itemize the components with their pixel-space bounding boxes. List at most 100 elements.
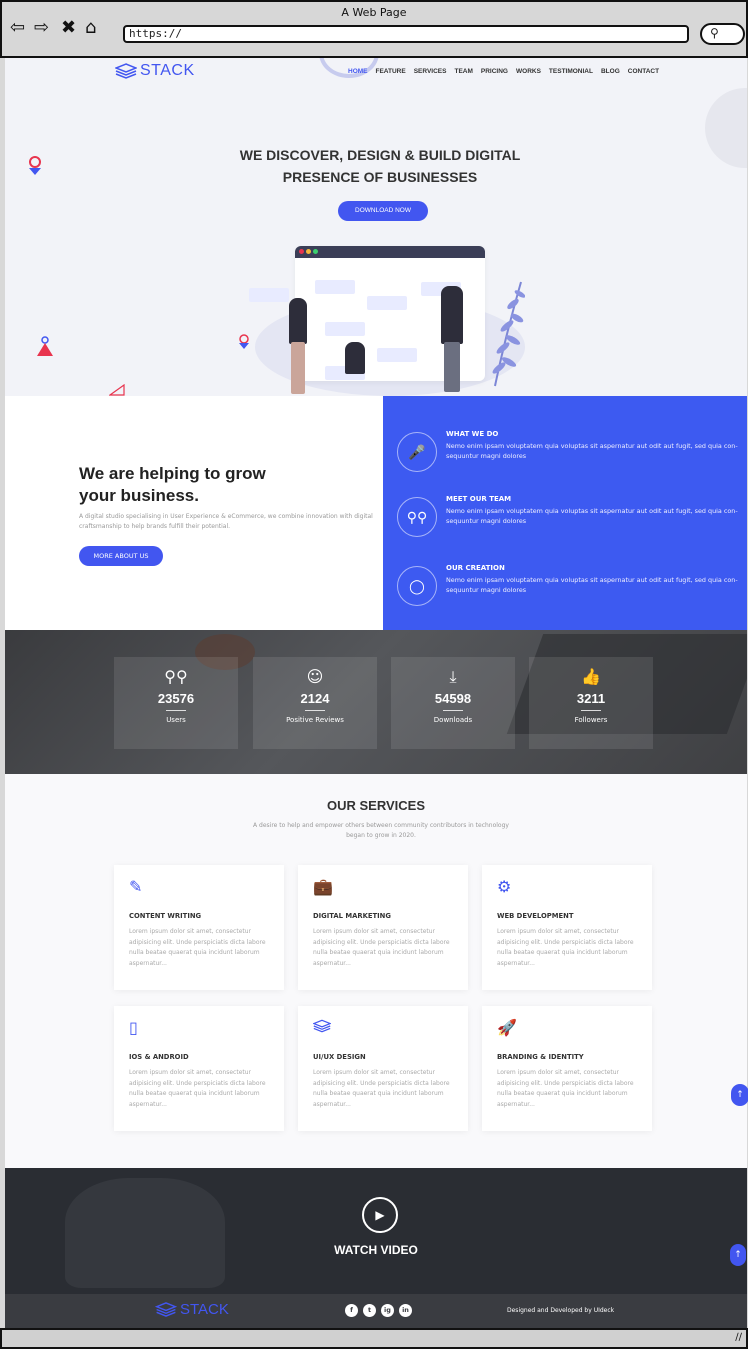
feature-our-creation: ◯ OUR CREATION Nemo enim ipsam voluptate… — [397, 564, 742, 614]
hero-section: STACK HOME FEATURE SERVICES TEAM PRICING… — [5, 58, 747, 396]
users-icon: ⚲⚲ — [164, 667, 188, 686]
url-input[interactable]: https:// — [123, 25, 689, 43]
floating-card — [249, 288, 289, 302]
services-section: OUR SERVICES A desire to help and empowe… — [5, 774, 747, 1168]
sitting-figure — [345, 342, 365, 374]
linkedin-icon[interactable]: in — [399, 1304, 412, 1317]
about-left: We are helping to grow your business. A … — [5, 396, 383, 630]
stat-followers: 👍 3211 Followers — [529, 657, 653, 749]
background-blob — [705, 88, 747, 168]
award-icon: ◯ — [397, 566, 437, 606]
site-logo[interactable]: STACK — [115, 62, 195, 80]
plant-leaves-decoration — [492, 281, 525, 387]
thumbs-up-icon: 👍 — [581, 667, 601, 686]
layers-icon — [312, 1018, 333, 1038]
feature-title: OUR CREATION — [446, 564, 505, 572]
service-card-ios-android[interactable]: ▯ IOS & ANDROID Lorem ipsum dolor sit am… — [114, 1006, 284, 1131]
nav-feature[interactable]: FEATURE — [376, 68, 406, 75]
service-name: WEB DEVELOPMENT — [497, 912, 574, 920]
instagram-icon[interactable]: ig — [381, 1304, 394, 1317]
briefcase-icon: 💼 — [313, 877, 333, 896]
browser-chrome: A Web Page ⇦ ⇨ ✖ ⌂ https:// ⚲ — [0, 0, 748, 58]
nav-pricing[interactable]: PRICING — [481, 68, 508, 75]
hero-title-line2: PRESENCE OF BUSINESSES — [282, 169, 478, 185]
more-about-us-button[interactable]: MORE ABOUT US — [79, 546, 163, 566]
stat-label: Downloads — [433, 716, 473, 724]
web-page: STACK HOME FEATURE SERVICES TEAM PRICING… — [5, 58, 747, 1328]
feature-title: WHAT WE DO — [446, 430, 499, 438]
scroll-to-top-button[interactable]: ↑ — [731, 1084, 748, 1106]
service-name: UI/UX DESIGN — [313, 1053, 366, 1061]
download-now-button[interactable]: DOWNLOAD NOW — [338, 201, 428, 221]
about-title-line1: We are helping to grow — [79, 464, 266, 483]
woman-figure — [289, 298, 307, 344]
stat-label: Positive Reviews — [286, 716, 344, 724]
service-card-ui-ux-design[interactable]: UI/UX DESIGN Lorem ipsum dolor sit amet,… — [298, 1006, 468, 1131]
features-panel: 🎤 WHAT WE DO Nemo enim ipsam voluptatem … — [383, 396, 747, 630]
resize-handle-icon[interactable]: ∕∕ — [735, 1332, 742, 1343]
nav-contact[interactable]: CONTACT — [628, 68, 659, 75]
video-section: ▶ WATCH VIDEO — [5, 1168, 747, 1294]
service-name: CONTENT WRITING — [129, 912, 202, 920]
background-person — [65, 1178, 225, 1288]
service-text: Lorem ipsum dolor sit amet, consectetur … — [129, 928, 266, 967]
service-card-content-writing[interactable]: ✎ CONTENT WRITING Lorem ipsum dolor sit … — [114, 865, 284, 990]
rocket-icon: 🚀 — [497, 1018, 517, 1037]
feature-title: MEET OUR TEAM — [446, 495, 512, 503]
logo-text: STACK — [140, 62, 195, 79]
browser-status-bar: ∕∕ — [0, 1328, 748, 1349]
services-title: OUR SERVICES — [326, 798, 425, 813]
nav-blog[interactable]: BLOG — [601, 68, 620, 75]
facebook-icon[interactable]: f — [345, 1304, 358, 1317]
hero-title-line1: WE DISCOVER, DESIGN & BUILD DIGITAL — [239, 147, 521, 163]
back-icon[interactable]: ⇦ — [10, 18, 25, 38]
pencil-icon: ✎ — [129, 877, 143, 896]
service-card-branding-identity[interactable]: 🚀 BRANDING & IDENTITY Lorem ipsum dolor … — [482, 1006, 652, 1131]
nav-home[interactable]: HOME — [348, 68, 368, 75]
feature-text: Nemo enim ipsam voluptatem quia voluptas… — [446, 442, 738, 460]
smile-icon: ☺ — [306, 667, 324, 686]
footer-logo-text: STACK — [180, 1301, 229, 1318]
watch-video-label: WATCH VIDEO — [334, 1243, 418, 1257]
nav-works[interactable]: WORKS — [516, 68, 541, 75]
scroll-to-top-button-footer[interactable]: ↑ — [730, 1244, 746, 1266]
stat-value: 23576 — [157, 691, 195, 706]
layers-logo-icon — [115, 63, 137, 79]
twitter-icon[interactable]: t — [363, 1304, 376, 1317]
play-icon[interactable]: ▶ — [362, 1197, 398, 1233]
stats-section: ⚲⚲ 23576 Users ☺ 2124 Positive Reviews ⤓… — [5, 630, 747, 774]
service-name: IOS & ANDROID — [129, 1053, 189, 1061]
about-description: A digital studio specialising in User Ex… — [79, 513, 373, 530]
footer-logo[interactable]: STACK — [155, 1301, 229, 1318]
download-icon: ⤓ — [449, 667, 457, 686]
service-name: BRANDING & IDENTITY — [497, 1053, 584, 1061]
feature-text: Nemo enim ipsam voluptatem quia voluptas… — [446, 507, 738, 525]
nav-team[interactable]: TEAM — [454, 68, 472, 75]
about-title-line2: your business. — [79, 486, 199, 505]
service-card-web-development[interactable]: ⚙ WEB DEVELOPMENT Lorem ipsum dolor sit … — [482, 865, 652, 990]
feature-text: Nemo enim ipsam voluptatem quia voluptas… — [446, 576, 738, 594]
window-title: A Web Page — [341, 6, 407, 19]
layers-logo-icon — [155, 1302, 177, 1317]
forward-icon[interactable]: ⇨ — [34, 18, 49, 38]
footer: STACK f t ig in Designed and Developed b… — [5, 1294, 747, 1328]
nav-testimonial[interactable]: TESTIMONIAL — [549, 68, 593, 75]
service-text: Lorem ipsum dolor sit amet, consectetur … — [313, 1069, 450, 1108]
stat-value: 54598 — [434, 691, 472, 706]
nav-services[interactable]: SERVICES — [414, 68, 447, 75]
service-card-digital-marketing[interactable]: 💼 DIGITAL MARKETING Lorem ipsum dolor si… — [298, 865, 468, 990]
feature-meet-our-team: ⚲⚲ MEET OUR TEAM Nemo enim ipsam volupta… — [397, 495, 742, 545]
close-icon[interactable]: ✖ — [61, 18, 76, 38]
about-title: We are helping to grow your business. — [79, 463, 339, 507]
stat-value: 2124 — [300, 691, 330, 706]
search-button[interactable]: ⚲ — [700, 23, 745, 45]
service-name: DIGITAL MARKETING — [313, 912, 391, 920]
feature-what-we-do: 🎤 WHAT WE DO Nemo enim ipsam voluptatem … — [397, 430, 742, 480]
triangle-outline-decoration — [109, 384, 125, 396]
pin-shape-decoration — [29, 156, 41, 175]
about-section: We are helping to grow your business. A … — [5, 396, 747, 630]
home-icon[interactable]: ⌂ — [85, 18, 96, 38]
stat-value: 3211 — [576, 691, 606, 706]
hero-illustration — [245, 238, 535, 396]
users-icon: ⚲⚲ — [397, 497, 437, 537]
